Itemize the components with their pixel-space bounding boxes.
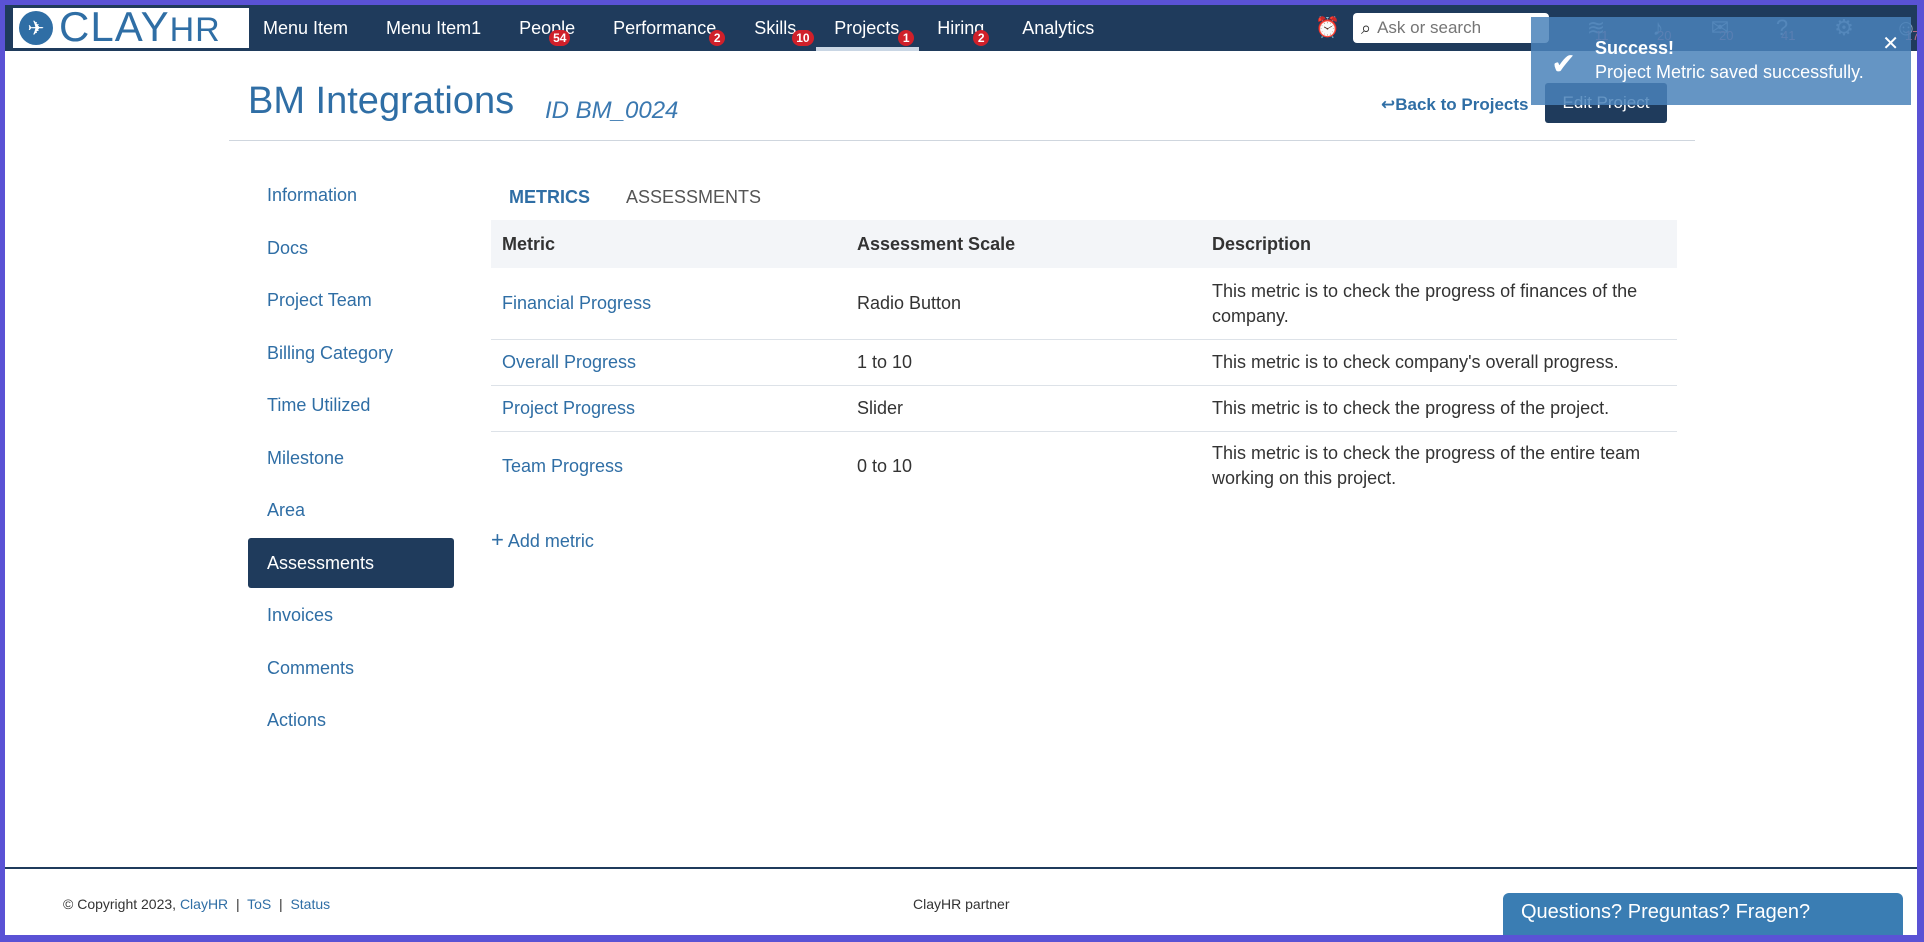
search-icon: ⌕	[1361, 17, 1372, 38]
clayhr-link[interactable]: ClayHR	[180, 896, 228, 912]
close-icon[interactable]: ✕	[1882, 31, 1899, 56]
back-to-projects-link[interactable]: ↩Back to Projects	[1381, 95, 1528, 115]
metric-description: This metric is to check the progress of …	[1212, 280, 1638, 326]
toast-message: Project Metric saved successfully.	[1595, 62, 1864, 82]
tos-link[interactable]: ToS	[247, 896, 271, 912]
nav-item-analytics[interactable]: Analytics	[1022, 5, 1112, 51]
table-row: Team Progress 0 to 10 This metric is to …	[491, 432, 1677, 500]
table-row: Project Progress Slider This metric is t…	[491, 386, 1677, 432]
content-tabs: METRICS ASSESSMENTS	[491, 175, 779, 223]
project-sidebar: Information Docs Project Team Billing Ca…	[248, 170, 454, 748]
hiring-count-badge: 2	[973, 30, 990, 46]
help-chat-widget[interactable]: Questions? Preguntas? Fragen?	[1503, 893, 1903, 935]
sidebar-item-milestone[interactable]: Milestone	[248, 433, 454, 483]
metric-link[interactable]: Financial Progress	[491, 293, 846, 314]
sidebar-item-information[interactable]: Information	[248, 170, 454, 220]
search-input[interactable]	[1377, 18, 1538, 38]
metric-description: This metric is to check the progress of …	[1212, 443, 1641, 488]
sidebar-item-assessments[interactable]: Assessments	[248, 537, 454, 588]
sidebar-item-billing-category[interactable]: Billing Category	[248, 328, 454, 378]
nav-item-skills[interactable]: Skills 10	[754, 5, 814, 51]
add-metric-button[interactable]: + Add metric	[491, 527, 594, 553]
search-box[interactable]: ⌕	[1353, 13, 1549, 43]
main-nav: Menu Item Menu Item1 People 54 Performanc…	[263, 5, 1132, 51]
metric-scale: 0 to 10	[857, 455, 913, 476]
project-id: ID BM_0024	[545, 97, 679, 124]
alarm-clock-icon[interactable]: ⏰	[1315, 17, 1340, 39]
performance-count-badge: 2	[709, 30, 726, 46]
metric-link[interactable]: Project Progress	[491, 398, 846, 419]
logo-mark-icon: ✈	[19, 11, 53, 45]
column-header-metric: Metric	[502, 233, 556, 254]
app-frame: ✈ CLAYHR Menu Item Menu Item1 People 54 P…	[5, 5, 1917, 935]
page-title: BM Integrations	[248, 80, 515, 122]
table-header: Metric Assessment Scale Description	[491, 220, 1677, 268]
status-link[interactable]: Status	[290, 896, 330, 912]
metrics-table: Metric Assessment Scale Description Fina…	[491, 220, 1677, 500]
metric-description: This metric is to check the progress of …	[1212, 398, 1610, 418]
nav-item-projects[interactable]: Projects 1	[816, 5, 920, 51]
logo-text: CLAYHR	[59, 5, 221, 50]
skills-count-badge: 10	[792, 30, 814, 46]
metric-link[interactable]: Overall Progress	[491, 352, 846, 373]
metric-scale: Radio Button	[857, 293, 962, 313]
table-row: Overall Progress 1 to 10 This metric is …	[491, 340, 1677, 386]
sidebar-item-area[interactable]: Area	[248, 485, 454, 535]
back-arrow-icon: ↩	[1381, 95, 1396, 114]
plus-icon: +	[491, 527, 504, 552]
checkmark-icon: ✔	[1551, 48, 1577, 81]
sidebar-item-actions[interactable]: Actions	[248, 695, 454, 745]
table-row: Financial Progress Radio Button This met…	[491, 268, 1677, 340]
sidebar-item-project-team[interactable]: Project Team	[248, 275, 454, 325]
projects-count-badge: 1	[898, 30, 915, 46]
column-header-description: Description	[1212, 233, 1312, 254]
sidebar-item-docs[interactable]: Docs	[248, 223, 454, 273]
footer-links: © Copyright 2023, ClayHR | ToS | Status	[63, 896, 331, 912]
clayhr-logo[interactable]: ✈ CLAYHR	[13, 5, 249, 50]
nav-item-menu-item[interactable]: Menu Item	[263, 5, 366, 51]
column-header-assessment-scale: Assessment Scale	[857, 233, 1016, 254]
nav-item-performance[interactable]: Performance 2	[613, 5, 734, 51]
footer-divider	[5, 867, 1917, 869]
nav-item-people[interactable]: People 54	[519, 5, 593, 51]
metric-link[interactable]: Team Progress	[491, 456, 846, 477]
sidebar-item-invoices[interactable]: Invoices	[248, 590, 454, 640]
people-count-badge: 54	[549, 30, 571, 46]
nav-item-hiring[interactable]: Hiring 2	[937, 5, 1002, 51]
nav-item-menu-item1[interactable]: Menu Item1	[386, 5, 499, 51]
metric-scale: Slider	[857, 398, 904, 418]
metric-description: This metric is to check company's overal…	[1212, 352, 1619, 372]
success-toast: ✔ Success! Project Metric saved successf…	[1531, 17, 1911, 105]
sidebar-item-comments[interactable]: Comments	[248, 643, 454, 693]
metric-scale: 1 to 10	[857, 352, 913, 372]
partner-text: ClayHR partner	[913, 896, 1010, 912]
sidebar-item-time-utilized[interactable]: Time Utilized	[248, 380, 454, 430]
header-divider	[229, 140, 1695, 141]
tab-metrics[interactable]: METRICS	[491, 175, 608, 223]
tab-assessments[interactable]: ASSESSMENTS	[608, 175, 779, 223]
toast-title: Success!	[1595, 38, 1675, 58]
